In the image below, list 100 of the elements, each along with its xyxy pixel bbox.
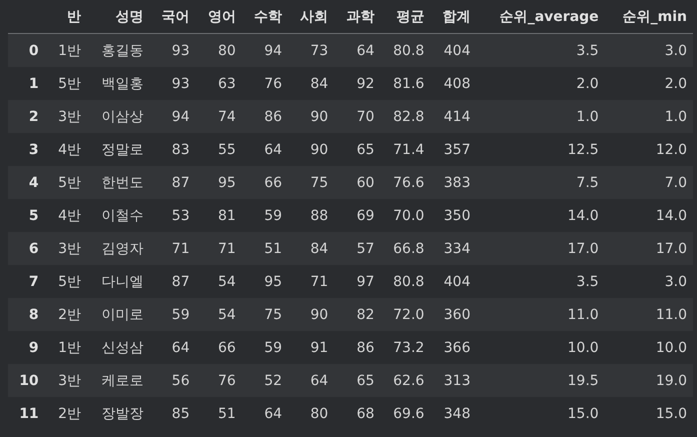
table-cell: 63 [196,67,242,100]
table-cell: 17.0 [604,232,693,265]
table-cell: 71 [288,265,334,298]
table-cell: 54 [196,298,242,331]
table-cell: 348 [430,397,476,430]
table-cell: 57 [334,232,380,265]
table-cell: 60 [334,166,380,199]
table-cell: 4반 [46,133,88,166]
table-cell: 5반 [46,265,88,298]
table-cell: 404 [430,265,476,298]
table-cell: 64 [149,331,196,364]
table-cell: 17.0 [476,232,605,265]
table-cell: 1.0 [604,100,693,133]
table-cell: 86 [334,331,380,364]
row-index: 6 [8,232,47,265]
table-cell: 11.0 [476,298,605,331]
table-cell: 11.0 [604,298,693,331]
table-cell: 이철수 [87,199,150,232]
table-cell: 81.6 [380,67,430,100]
table-cell: 59 [242,199,288,232]
table-cell: 76 [242,67,288,100]
table-cell: 2반 [46,298,88,331]
table-cell: 51 [242,232,288,265]
table-cell: 65 [334,133,380,166]
table-cell: 51 [196,397,242,430]
table-cell: 73 [288,34,334,67]
row-index: 0 [8,34,47,67]
table-cell: 3반 [46,100,88,133]
table-cell: 19.0 [604,364,693,397]
table-cell: 15.0 [604,397,693,430]
table-cell: 10.0 [476,331,605,364]
row-index: 2 [8,100,47,133]
table-cell: 19.5 [476,364,605,397]
table-cell: 83 [149,133,196,166]
table-cell: 1반 [46,331,88,364]
table-cell: 93 [149,67,196,100]
table-cell: 7.5 [476,166,605,199]
table-cell: 85 [149,397,196,430]
table-cell: 59 [149,298,196,331]
table-cell: 케로로 [87,364,150,397]
table-cell: 정말로 [87,133,150,166]
table-cell: 64 [242,397,288,430]
table-cell: 80.8 [380,34,430,67]
table-cell: 김영자 [87,232,150,265]
table-cell: 62.6 [380,364,430,397]
table-cell: 3.5 [476,265,605,298]
table-cell: 70 [334,100,380,133]
table-cell: 86 [242,100,288,133]
table-cell: 68 [334,397,380,430]
table-cell: 54 [196,265,242,298]
table-cell: 5반 [46,166,88,199]
table-cell: 81 [196,199,242,232]
table-cell: 82.8 [380,100,430,133]
table-cell: 66 [242,166,288,199]
table-cell: 82 [334,298,380,331]
table-cell: 64 [334,34,380,67]
table-cell: 75 [288,166,334,199]
table-cell: 3반 [46,232,88,265]
table-cell: 72.0 [380,298,430,331]
table-cell: 80 [288,397,334,430]
table-cell: 장발장 [87,397,150,430]
table-cell: 한번도 [87,166,150,199]
table-cell: 95 [242,265,288,298]
table-cell: 다니엘 [87,265,150,298]
table-cell: 66.8 [380,232,430,265]
table-cell: 383 [430,166,476,199]
table-cell: 97 [334,265,380,298]
table-cell: 73.2 [380,331,430,364]
table-cell: 84 [288,67,334,100]
table-cell: 3.0 [604,265,693,298]
table-cell: 2.0 [604,67,693,100]
table-cell: 360 [430,298,476,331]
table-cell: 90 [288,298,334,331]
table-cell: 15.0 [476,397,605,430]
table-cell: 1반 [46,34,88,67]
table-cell: 404 [430,34,476,67]
table-cell: 이미로 [87,298,150,331]
table-cell: 91 [288,331,334,364]
table-cell: 357 [430,133,476,166]
table-cell: 홍길동 [87,34,150,67]
table-cell: 2반 [46,397,88,430]
table-cell: 64 [288,364,334,397]
table-cell: 3.5 [476,34,605,67]
table-cell: 53 [149,199,196,232]
row-index: 3 [8,133,47,166]
table-cell: 334 [430,232,476,265]
table-cell: 백일홍 [87,67,150,100]
table-cell: 80 [196,34,242,67]
table-cell: 14.0 [476,199,605,232]
row-index: 7 [8,265,47,298]
table-cell: 87 [149,166,196,199]
table-cell: 366 [430,331,476,364]
table-cell: 5반 [46,67,88,100]
table-cell: 65 [334,364,380,397]
table-cell: 76.6 [380,166,430,199]
table-cell: 76 [196,364,242,397]
table-cell: 52 [242,364,288,397]
table-cell: 80.8 [380,265,430,298]
table-cell: 87 [149,265,196,298]
table-cell: 14.0 [604,199,693,232]
